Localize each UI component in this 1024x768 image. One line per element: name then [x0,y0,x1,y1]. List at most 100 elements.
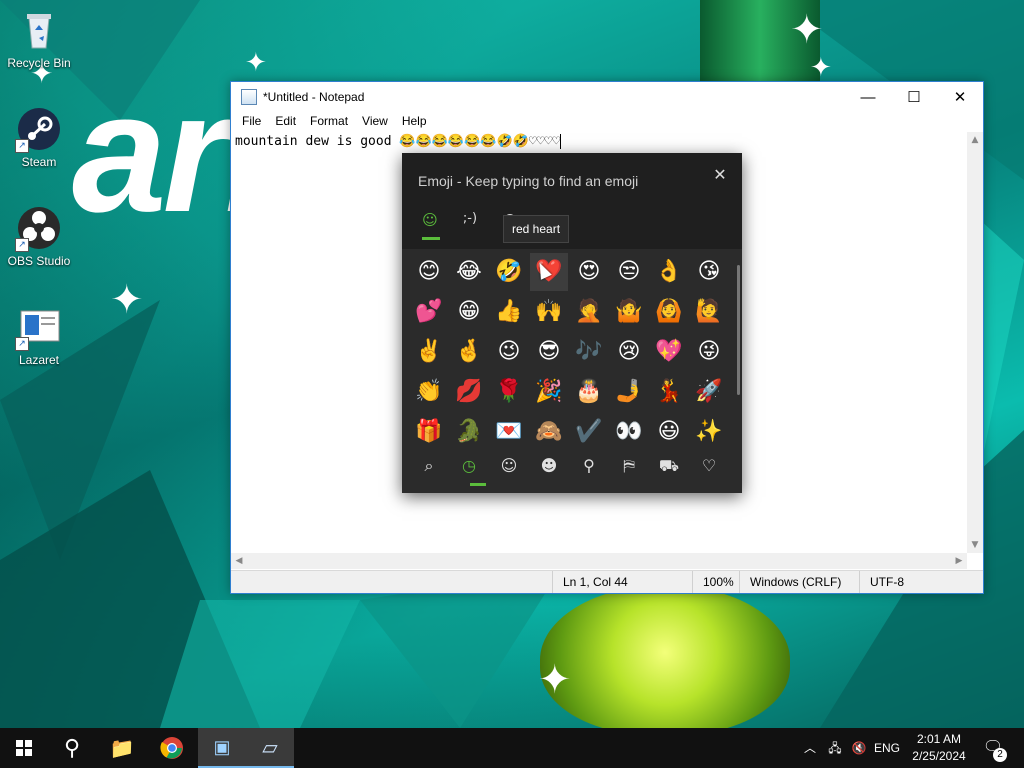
category-smiley-icon[interactable]: ☺ [490,451,528,481]
scroll-left-icon[interactable]: ◀ [231,553,247,569]
wallpaper-blob [540,585,790,728]
title-bar[interactable]: *Untitled - Notepad — ☐ ✕ [231,82,983,112]
scroll-up-icon[interactable]: ▲ [967,132,983,148]
emoji-cell[interactable]: 🤞 [450,333,488,371]
active-category-indicator [470,483,486,486]
close-button[interactable]: ✕ [937,82,983,112]
desktop-icon-lazaret[interactable]: ↗ Lazaret [1,305,77,367]
file-explorer-icon: 📁 [109,737,135,760]
emoji-cell[interactable]: 😘 [690,253,728,291]
emoji-cell[interactable]: 🤷 [610,293,648,331]
vertical-scrollbar[interactable]: ▲ ▼ [967,132,983,553]
emoji-cell[interactable]: 🤦 [570,293,608,331]
emoji-cell[interactable]: 🤣 [490,253,528,291]
emoji-cell[interactable]: ✌️ [410,333,448,371]
emoji-panel-close-button[interactable]: ✕ [708,165,732,184]
status-line-ending: Windows (CRLF) [739,571,850,593]
emoji-cell[interactable]: 🌹 [490,373,528,411]
emoji-cell[interactable]: 💌 [490,413,528,451]
language-indicator[interactable]: ENG [872,728,902,768]
emoji-cell[interactable]: 😊 [410,253,448,291]
emoji-cell[interactable]: 🐊 [450,413,488,451]
tab-kaomoji[interactable]: ;-) [455,211,485,226]
maximize-button[interactable]: ☐ [891,82,937,112]
emoji-cell[interactable]: 👌 [650,253,688,291]
shortcut-arrow-icon: ↗ [15,238,29,252]
emoji-cell[interactable]: 💖 [650,333,688,371]
emoji-cell[interactable]: 🎶 [570,333,608,371]
status-bar: Ln 1, Col 44 100% Windows (CRLF) UTF-8 [231,570,983,593]
emoji-cell[interactable]: 💋 [450,373,488,411]
emoji-cell[interactable]: ✨ [690,413,728,451]
text-caret [560,134,562,149]
clock-time: 2:01 AM [916,732,962,746]
taskbar-chrome[interactable] [148,728,196,768]
menu-format[interactable]: Format [303,112,355,132]
category-recent-icon[interactable]: ◷ [450,451,488,481]
sparkle-icon: ✦ [790,7,824,53]
network-icon[interactable]: 🖧 [824,728,846,768]
category-heart-icon[interactable]: ♡ [690,451,728,481]
emoji-cell[interactable]: 😜 [690,333,728,371]
emoji-cell[interactable]: 🙌 [530,293,568,331]
lazaret-icon: ↗ [15,305,61,351]
category-people-icon[interactable]: ☻ [530,451,568,481]
menu-view[interactable]: View [355,112,395,132]
category-search-icon[interactable]: ⌕ [410,451,448,481]
window-title: *Untitled - Notepad [263,90,365,104]
status-encoding: UTF-8 [859,571,950,593]
emoji-cell[interactable]: 😒 [610,253,648,291]
search-button[interactable]: ⚲ [48,728,96,768]
volume-muted-icon[interactable]: 🔇 [848,728,870,768]
emoji-cell[interactable]: ✔️ [570,413,608,451]
sparkle-icon: ✦ [110,277,144,323]
scroll-right-icon[interactable]: ▶ [951,553,967,569]
emoji-cell[interactable]: 😢 [610,333,648,371]
taskbar-notepad[interactable]: ▱ [246,728,294,768]
emoji-cell[interactable]: 👍 [490,293,528,331]
minimize-button[interactable]: — [845,82,891,112]
menu-file[interactable]: File [235,112,268,132]
emoji-cell[interactable]: 😁 [450,293,488,331]
emoji-cell[interactable]: 🙋 [690,293,728,331]
scroll-down-icon[interactable]: ▼ [967,537,983,553]
tab-emoji[interactable]: ☺ [415,211,445,229]
desktop-icon-recycle-bin[interactable]: Recycle Bin [1,8,77,70]
app-icon: ▣ [213,736,231,757]
emoji-cell[interactable]: 🎉 [530,373,568,411]
emoji-cell[interactable]: 😍 [570,253,608,291]
emoji-cell[interactable]: 💕 [410,293,448,331]
desktop-icon-obs-studio[interactable]: ↗ OBS Studio [1,206,77,268]
taskbar-file-explorer[interactable]: 📁 [98,728,146,768]
emoji-cell[interactable]: 🚀 [690,373,728,411]
emoji-cell[interactable]: 🙆 [650,293,688,331]
horizontal-scrollbar[interactable]: ◀ ▶ [231,553,967,569]
emoji-cell[interactable]: 🎂 [570,373,608,411]
emoji-panel[interactable]: Emoji - Keep typing to find an emoji ✕ ☺… [402,153,742,493]
taskbar-app[interactable]: ▣ [198,728,246,768]
chrome-icon [160,737,183,759]
menu-edit[interactable]: Edit [268,112,303,132]
tray-chevron-icon[interactable]: ︿ [800,728,820,768]
emoji-cell[interactable]: 💃 [650,373,688,411]
emoji-cell[interactable]: 😎 [530,333,568,371]
clock[interactable]: 2:01 AM 2/25/2024 [906,731,972,765]
emoji-cell[interactable]: 🎁 [410,413,448,451]
emoji-cell[interactable]: 😂 [450,253,488,291]
emoji-cell[interactable]: 👀 [610,413,648,451]
active-tab-indicator [422,237,440,240]
emoji-cell[interactable]: 😃 [650,413,688,451]
category-travel-icon[interactable]: ⛟ [650,451,688,481]
start-button[interactable] [0,728,48,768]
category-food-icon[interactable]: ⛿ [610,451,648,481]
emoji-cell[interactable]: 🤳 [610,373,648,411]
category-celebration-icon[interactable]: ⚲ [570,451,608,481]
menu-help[interactable]: Help [395,112,434,132]
desktop-icon-steam[interactable]: ↗ Steam [1,107,77,169]
emoji-cell[interactable]: 🙈 [530,413,568,451]
emoji-cell[interactable]: 😉 [490,333,528,371]
emoji-panel-scrollbar[interactable] [737,265,740,395]
recycle-bin-icon [17,8,61,52]
emoji-cell[interactable]: 👏 [410,373,448,411]
clock-date: 2/25/2024 [912,749,966,763]
